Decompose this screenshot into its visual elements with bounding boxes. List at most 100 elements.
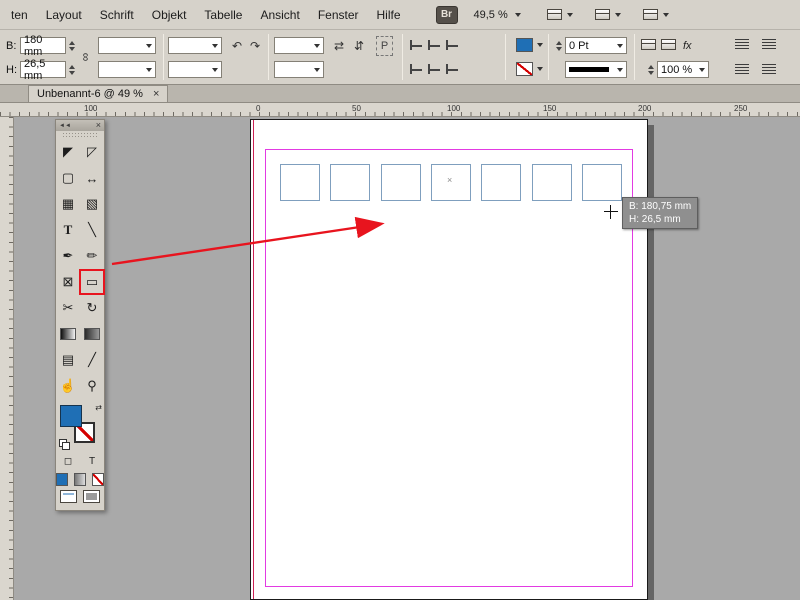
chevron-down-icon: [617, 44, 623, 48]
tab-close-icon[interactable]: ×: [153, 88, 159, 100]
rotation-angle-combo[interactable]: [168, 37, 222, 54]
page-tool[interactable]: ▢: [56, 166, 80, 190]
object-style-icon[interactable]: [661, 39, 676, 50]
gradient-feather-tool[interactable]: [80, 322, 104, 346]
distribute-right-icon[interactable]: [446, 64, 458, 74]
content-placer-tool[interactable]: ▧: [80, 192, 104, 216]
scale-percent-combo[interactable]: 100 %: [657, 61, 709, 78]
preview-view-button[interactable]: [83, 490, 100, 503]
separator: [634, 34, 635, 80]
panel-lines-icon-4[interactable]: [762, 64, 776, 74]
menu-objekt[interactable]: Objekt: [143, 5, 196, 25]
direct-selection-tool[interactable]: ◸: [80, 140, 104, 164]
view-mode-row: [56, 488, 104, 505]
rectangle-frame-2[interactable]: [330, 164, 370, 201]
stroke-weight-stepper[interactable]: [554, 37, 563, 54]
panel-lines-icon-3[interactable]: [735, 64, 749, 74]
eyedropper-tool[interactable]: ╱: [80, 348, 104, 372]
menu-layout[interactable]: Layout: [37, 5, 91, 25]
effects-fx-button[interactable]: fx: [683, 40, 692, 52]
shear-combo[interactable]: [274, 37, 324, 54]
type-tool[interactable]: T: [56, 218, 80, 242]
stroke-weight-combo[interactable]: 0 Pt: [565, 37, 627, 54]
frame-center-marker: ×: [447, 175, 452, 185]
rectangle-frame-1[interactable]: [280, 164, 320, 201]
formatting-affects-container-button[interactable]: ◻: [59, 453, 77, 469]
menu-fenster[interactable]: Fenster: [309, 5, 368, 25]
normal-view-button[interactable]: [60, 490, 77, 503]
scale-stepper[interactable]: [646, 61, 655, 78]
x-scale-combo[interactable]: [98, 37, 156, 54]
scissors-tool[interactable]: ✂: [56, 296, 80, 320]
selection-tool[interactable]: ◤: [56, 140, 80, 164]
distribute-center-icon[interactable]: [428, 64, 440, 74]
default-fill-stroke-icon[interactable]: [59, 439, 70, 450]
separator: [268, 34, 269, 80]
distribute-left-icon[interactable]: [410, 64, 422, 74]
align-left-icon[interactable]: [410, 40, 422, 50]
line-tool[interactable]: ╲: [80, 218, 104, 242]
content-collector-tool[interactable]: ▦: [56, 192, 80, 216]
rotate-cw-icon[interactable]: ↷: [248, 39, 262, 53]
pasteboard[interactable]: × ◄◄ × ◤ ◸ ▢ ↔ ▦ ▧ T ╲ ✒ ✏ ⊠ ▭ ✂: [0, 117, 800, 600]
close-panel-icon[interactable]: ×: [96, 121, 101, 130]
panel-grip[interactable]: [56, 131, 104, 140]
bridge-button[interactable]: Br: [436, 6, 458, 24]
rectangle-frame-7[interactable]: [582, 164, 622, 201]
menu-ansicht[interactable]: Ansicht: [251, 5, 308, 25]
chevron-down-icon[interactable]: [537, 43, 543, 47]
flip-vertical-icon[interactable]: ⇵: [352, 39, 366, 53]
gradient-swatch-tool[interactable]: [56, 322, 80, 346]
flip-horizontal-icon[interactable]: ⇄: [332, 39, 346, 53]
workspace-icon: [643, 9, 658, 20]
swap-fill-stroke-icon[interactable]: ⇄: [95, 403, 102, 412]
menu-bearbeiten[interactable]: ten: [2, 5, 37, 25]
stroke-style-combo[interactable]: [565, 61, 627, 78]
menu-tabelle[interactable]: Tabelle: [195, 5, 251, 25]
panel-lines-icon-2[interactable]: [762, 39, 776, 49]
rectangle-frame-3[interactable]: [381, 164, 421, 201]
rectangle-frame-6[interactable]: [532, 164, 572, 201]
align-center-icon[interactable]: [428, 40, 440, 50]
collapse-panel-icon[interactable]: ◄◄: [59, 123, 71, 129]
pen-tool[interactable]: ✒: [56, 244, 80, 268]
width-input[interactable]: 180 mm: [20, 37, 66, 54]
document-page[interactable]: ×: [250, 119, 648, 600]
pencil-tool[interactable]: ✏: [80, 244, 104, 268]
panel-lines-icon-1[interactable]: [735, 39, 749, 49]
fill-proxy-swatch[interactable]: [60, 405, 82, 427]
skew-combo[interactable]: [168, 61, 222, 78]
document-tab[interactable]: Unbenannt-6 @ 49 % ×: [28, 85, 168, 102]
rectangle-frame-5[interactable]: [481, 164, 521, 201]
zoom-tool[interactable]: ⚲: [80, 374, 104, 398]
y-scale-combo[interactable]: [98, 61, 156, 78]
stroke-color-swatch[interactable]: [516, 62, 533, 76]
menu-schrift[interactable]: Schrift: [91, 5, 143, 25]
gap-tool[interactable]: ↔: [80, 166, 104, 190]
apply-gradient-button[interactable]: [74, 473, 86, 486]
apply-color-button[interactable]: [56, 473, 68, 486]
reference-combo[interactable]: [274, 61, 324, 78]
view-options-button[interactable]: [547, 9, 573, 20]
apply-none-button[interactable]: [92, 473, 104, 486]
workspace-button[interactable]: [643, 9, 669, 20]
rectangle-tool[interactable]: ▭: [80, 270, 104, 294]
height-stepper[interactable]: [67, 61, 76, 78]
horizontal-ruler[interactable]: 100 0 50 100 150 200 250: [0, 103, 800, 117]
vertical-ruler[interactable]: [0, 117, 14, 600]
arrange-documents-button[interactable]: [595, 9, 621, 20]
drop-shadow-icon[interactable]: [641, 39, 656, 50]
constrain-proportions-icon[interactable]: ∞: [74, 50, 98, 64]
zoom-level-combo[interactable]: 49,5 %: [470, 7, 525, 23]
chevron-down-icon[interactable]: [537, 67, 543, 71]
height-input[interactable]: 26,5 mm: [20, 61, 66, 78]
rotate-ccw-icon[interactable]: ↶: [230, 39, 244, 53]
hand-tool[interactable]: ☝: [56, 374, 80, 398]
free-transform-tool[interactable]: ↻: [80, 296, 104, 320]
note-tool[interactable]: ▤: [56, 348, 80, 372]
align-right-icon[interactable]: [446, 40, 458, 50]
menu-hilfe[interactable]: Hilfe: [368, 5, 410, 25]
frame-tool[interactable]: ⊠: [56, 270, 80, 294]
fill-color-swatch[interactable]: [516, 38, 533, 52]
formatting-affects-text-button[interactable]: T: [83, 453, 101, 469]
